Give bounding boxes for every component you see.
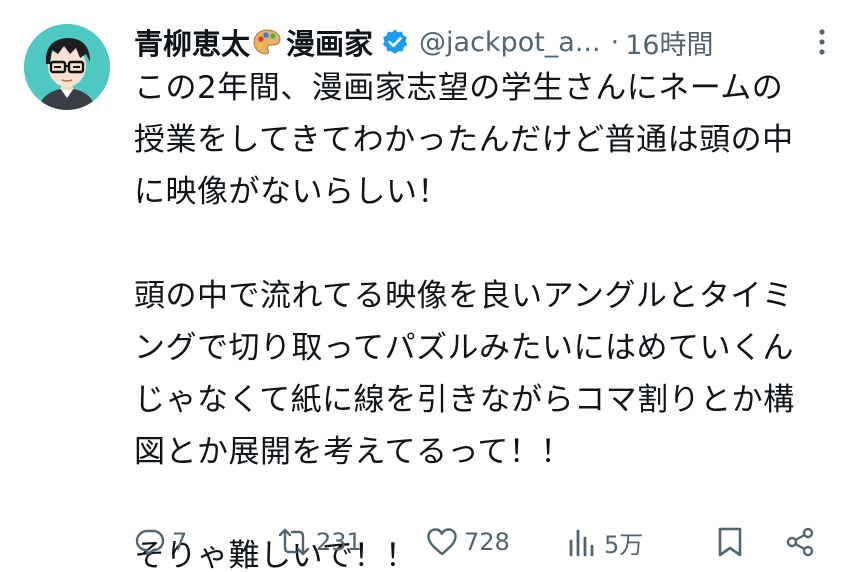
tweet-line: 頭の中で流れてる映像を良いアングルとタイミ xyxy=(134,278,794,314)
reply-button[interactable]: 7 xyxy=(134,520,187,564)
retweet-button[interactable]: 231 xyxy=(278,520,362,564)
tweet-line: この2年間、漫画家志望の学生さんにネームの xyxy=(134,70,784,106)
heart-icon xyxy=(427,528,457,556)
views-count: 5万 xyxy=(604,530,644,559)
views-button[interactable]: 5万 xyxy=(566,520,643,564)
retweet-icon xyxy=(278,528,310,556)
avatar-illustration xyxy=(24,24,110,110)
header-separator: · xyxy=(610,26,620,58)
reply-icon xyxy=(135,529,165,556)
tweet-line: 授業をしてきてわかったんだけど普通は頭の中 xyxy=(134,122,794,158)
like-count: 728 xyxy=(464,528,510,556)
share-icon xyxy=(786,527,814,557)
verified-badge-icon xyxy=(381,28,409,56)
share-button[interactable] xyxy=(784,520,816,564)
tweet-line: 図とか展開を考えてるって！！ xyxy=(134,434,572,470)
tweet[interactable]: 青柳恵太 漫画家 @jackpot_a... · 16時間 この2年間、漫画家志… xyxy=(0,0,864,572)
tweet-header: 青柳恵太 漫画家 @jackpot_a... · 16時間 xyxy=(134,18,714,66)
like-button[interactable]: 728 xyxy=(426,520,510,564)
more-options-icon[interactable] xyxy=(812,26,832,58)
author-name-suffix[interactable]: 漫画家 xyxy=(286,21,373,63)
artist-palette-icon xyxy=(252,27,282,57)
reply-count: 7 xyxy=(172,528,188,556)
tweet-text: この2年間、漫画家志望の学生さんにネームの 授業をしてきてわかったんだけど普通は… xyxy=(134,62,849,572)
tweet-timestamp[interactable]: 16時間 xyxy=(625,23,713,62)
tweet-line: じゃなくて紙に線を引きながらコマ割りとか構 xyxy=(134,382,795,418)
retweet-count: 231 xyxy=(316,528,362,556)
avatar[interactable] xyxy=(24,24,110,110)
views-icon xyxy=(569,529,594,557)
action-bar: 7 231 728 5万 xyxy=(134,520,834,564)
tweet-line: に映像がないらしい！ xyxy=(134,174,449,210)
author-name[interactable]: 青柳恵太 xyxy=(134,21,250,63)
tweet-line xyxy=(134,218,849,270)
tweet-line: ングで切り取ってパズルみたいにはめていくん xyxy=(134,330,794,366)
bookmark-button[interactable] xyxy=(714,520,746,564)
bookmark-icon xyxy=(718,527,742,557)
author-handle[interactable]: @jackpot_a... xyxy=(419,27,601,58)
